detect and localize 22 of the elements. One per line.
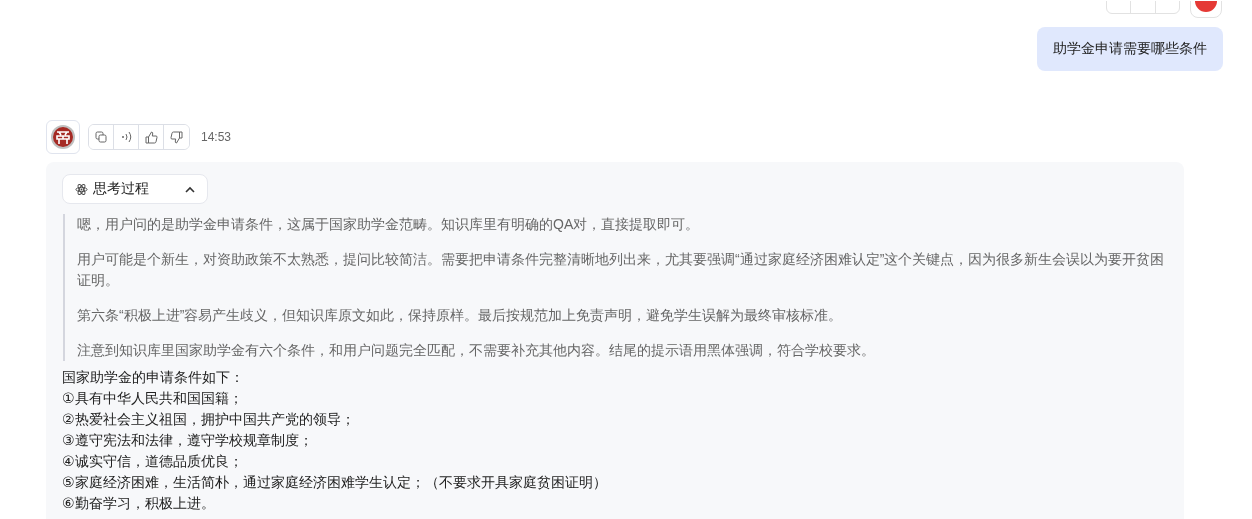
answer-line: ②热爱社会主义祖国，拥护中国共产党的领导；	[62, 410, 356, 429]
answer-line: ⑥勤奋学习，积极上进。	[62, 494, 216, 513]
logo-icon	[46, 120, 80, 154]
atom-icon	[75, 182, 88, 196]
answer-line: ①具有中华人民共和国国籍；	[62, 389, 244, 408]
speaker-icon	[120, 131, 132, 143]
message-time: 14:53	[201, 130, 232, 144]
answer-line: 国家助学金的申请条件如下：	[62, 368, 245, 387]
copy-icon	[95, 131, 107, 143]
answer-line: ③遵守宪法和法律，遵守学校规章制度；	[62, 431, 314, 450]
answer-line: ④诚实守信，道德品质优良；	[62, 452, 244, 471]
thinking-paragraph: 第六条“积极上进”容易产生歧义，但知识库原文如此，保持原样。最后按规范加上免责声明，避免学生误解为最终审核标准。	[77, 306, 844, 325]
thumbs-down-icon	[170, 130, 183, 144]
thinking-paragraph: 用户可能是个新生，对资助政策不太熟悉，提问比较简洁。需要把申请条件完整清晰地列出来，尤其要强调“通过家庭经济困难认定”这个关键点，因为很多新生会误以为要开贫困证明。	[77, 250, 1166, 290]
copy-button[interactable]	[89, 125, 114, 149]
user-message: 助学金申请需要哪些条件	[1037, 27, 1223, 71]
caret-icon	[185, 185, 195, 193]
thumbs-up-icon	[144, 130, 158, 144]
thinking-paragraph: 注意到知识库里国家助学金有六个条件，和用户问题完全匹配，不需要补充其他内容。结尾的提示语用黑体强调，符合学校要求。	[77, 341, 876, 360]
answer-line: ⑤家庭经济困难，生活简朴，通过家庭经济困难学生认定；（不要求开具家庭贫困证明）	[62, 473, 608, 492]
thinking-toggle[interactable]: 思考过程	[62, 174, 208, 204]
thinking-paragraph: 嗯，用户问的是助学金申请条件，这属于国家助学金范畴。知识库里有明确的QA对，直接提取即可。	[77, 215, 701, 234]
